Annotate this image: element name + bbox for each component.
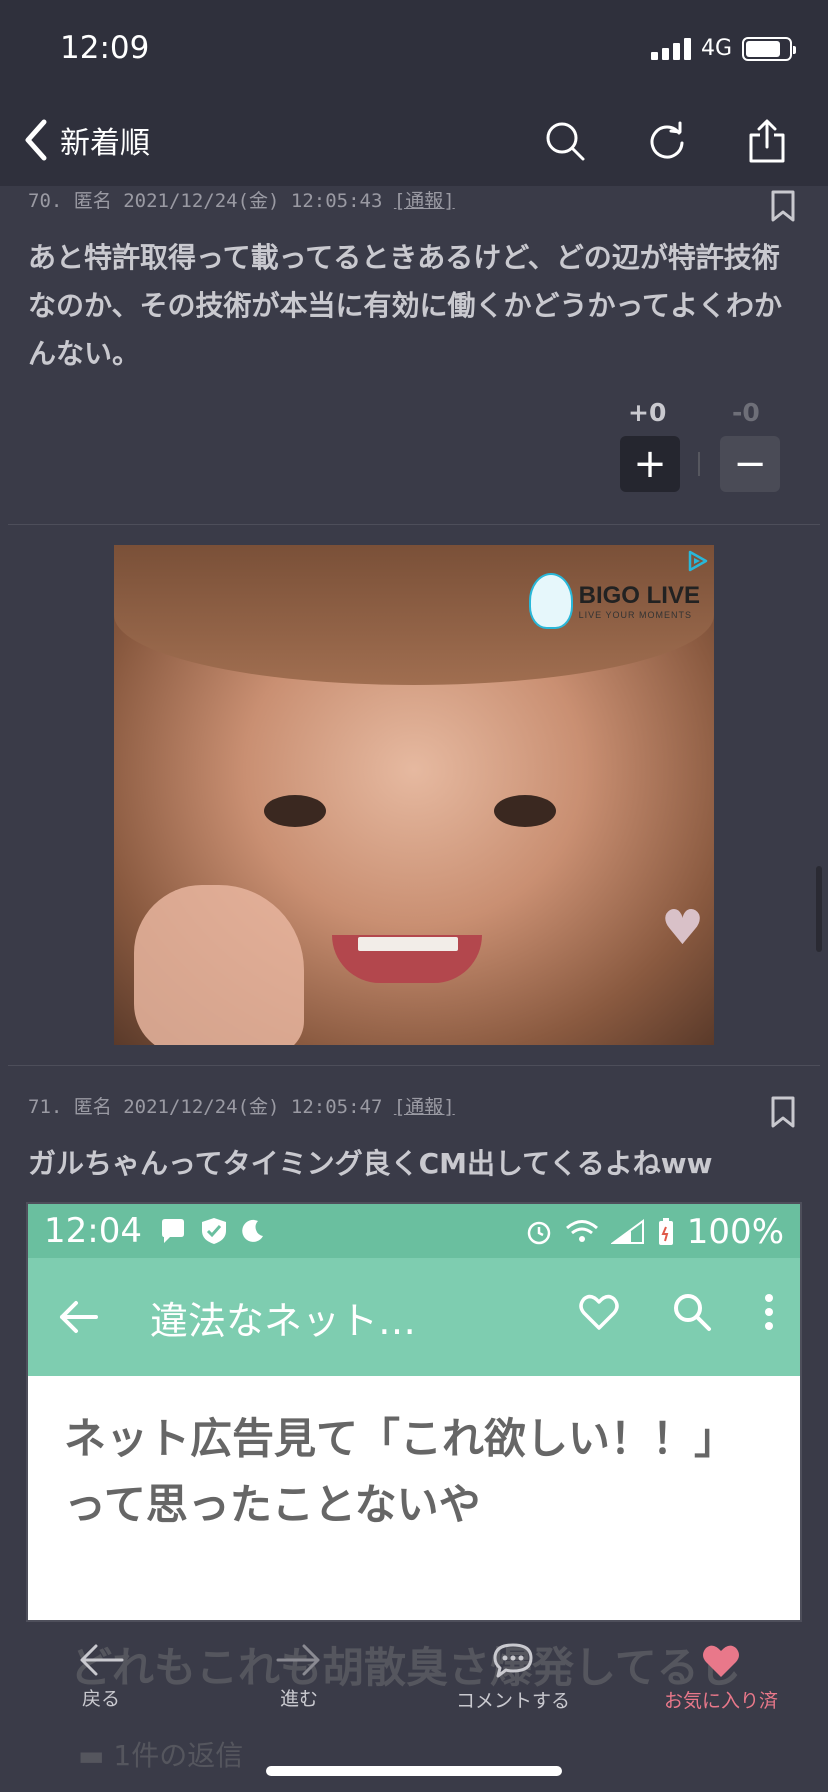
minus-button[interactable]: −	[720, 436, 780, 492]
heart-icon	[703, 1645, 739, 1677]
report-link[interactable]: [通報]	[394, 1096, 455, 1118]
minus-icon: −	[733, 441, 767, 487]
embed-app-bar: 違法なネット…	[28, 1258, 800, 1376]
chevron-left-icon	[25, 119, 47, 161]
battery-charging-icon	[658, 1218, 673, 1245]
embed-content-line: って思ったことないや	[64, 1480, 481, 1529]
shield-icon	[201, 1218, 226, 1244]
favorite-tool-button[interactable]: お気に入り済	[664, 1642, 778, 1713]
bookmark-icon[interactable]	[770, 1096, 796, 1128]
back-tool-label: 戻る	[81, 1688, 120, 1710]
ghost-reply-label: 1件の返信	[113, 1739, 244, 1772]
minus-count: -0	[732, 398, 760, 427]
report-link[interactable]: [通報]	[394, 190, 455, 212]
back-tool-button[interactable]: 戻る	[78, 1642, 124, 1711]
network-type: 4G	[700, 36, 732, 61]
wifi-icon	[565, 1220, 598, 1242]
plus-button[interactable]: +	[620, 436, 680, 492]
bookmark-icon[interactable]	[770, 190, 796, 222]
scroll-indicator[interactable]	[816, 866, 822, 952]
vote-separator	[698, 452, 700, 476]
comment-tool-label: コメントする	[456, 1690, 571, 1712]
heart-icon: ♥	[660, 900, 704, 956]
ghost-reply: ▬ 1件の返信	[78, 1734, 243, 1774]
alarm-icon	[527, 1221, 551, 1245]
status-indicators: 4G	[650, 36, 796, 61]
ad-image-eye	[264, 795, 326, 827]
ad-logo: BIGO LIVE LIVE YOUR MOMENTS	[528, 573, 700, 629]
arrow-right-icon	[276, 1644, 320, 1676]
favorite-tool-label: お気に入り済	[664, 1690, 779, 1712]
ad-banner[interactable]: ♥ BIGO LIVE LIVE YOUR MOMENTS	[114, 545, 714, 1045]
heart-outline-icon	[579, 1294, 619, 1330]
more-vert-icon	[765, 1294, 773, 1330]
reply-icon: ▬	[78, 1739, 105, 1772]
divider	[8, 524, 820, 525]
arrow-left-icon	[60, 1301, 98, 1333]
comment-meta: 71. 匿名 2021/12/24(金) 12:05:47 [通報]	[0, 1092, 828, 1128]
battery-icon	[742, 36, 796, 61]
back-title: 新着順	[60, 126, 150, 161]
comment-tool-button[interactable]: コメントする	[456, 1642, 570, 1713]
comment-meta-text: 70. 匿名 2021/12/24(金) 12:05:43	[28, 190, 394, 212]
share-icon	[749, 119, 785, 163]
ad-choices-icon[interactable]	[686, 549, 710, 573]
plus-icon: +	[633, 441, 667, 487]
vote-area: +0 -0 + −	[0, 378, 828, 518]
search-icon	[674, 1294, 711, 1331]
comment-item: 70. 匿名 2021/12/24(金) 12:05:43 [通報] あと特許取…	[0, 186, 828, 525]
signal-icon	[650, 37, 691, 60]
ad-brand: BIGO LIVE	[578, 582, 700, 609]
comment-meta: 70. 匿名 2021/12/24(金) 12:05:43 [通報]	[0, 186, 828, 222]
divider	[8, 1065, 820, 1066]
share-button[interactable]	[742, 116, 792, 166]
comment-item: 71. 匿名 2021/12/24(金) 12:05:47 [通報] ガルちゃん…	[0, 1092, 828, 1622]
status-bar: 12:09 4G	[0, 0, 828, 100]
ad-tagline: LIVE YOUR MOMENTS	[578, 610, 692, 620]
forward-tool-button[interactable]: 進む	[276, 1642, 322, 1711]
ad-image-eye	[494, 795, 556, 827]
embed-content-line: ネット広告見て「これ欲しい！！」	[64, 1414, 737, 1463]
plus-count: +0	[628, 398, 667, 427]
search-icon	[546, 122, 585, 161]
forward-tool-label: 進む	[279, 1688, 318, 1710]
refresh-button[interactable]	[642, 116, 692, 166]
cell-signal-icon	[610, 1219, 644, 1244]
comment-body: ガルちゃんってタイミング良くCM出してくるよねww	[28, 1147, 713, 1180]
back-button[interactable]: 新着順	[22, 118, 150, 162]
embed-battery: 100%	[686, 1212, 784, 1252]
embed-status-bar: 12:04 100%	[28, 1204, 800, 1258]
comment-list: 70. 匿名 2021/12/24(金) 12:05:43 [通報] あと特許取…	[0, 186, 828, 1622]
ghost-text: どれもこれも胡散臭さ爆発してるし	[70, 1643, 741, 1692]
comment-body: あと特許取得って載ってるときあるけど、どの辺が特許技術なのか、その技術が本当に有…	[28, 241, 783, 370]
comment-image[interactable]: 12:04 100% 違法なネット… ネット広告見て「これ欲しい！！」 って思っ…	[26, 1202, 802, 1622]
status-time: 12:09	[60, 30, 150, 66]
arrow-left-icon	[80, 1644, 124, 1676]
comment-meta-text: 71. 匿名 2021/12/24(金) 12:05:47	[28, 1096, 394, 1118]
ad-image-teeth	[358, 937, 458, 951]
embed-content: ネット広告見て「これ欲しい！！」 って思ったことないや	[28, 1376, 800, 1568]
ad-image-hand	[134, 885, 304, 1045]
nav-bar: 新着順	[0, 100, 828, 186]
embed-time: 12:04	[44, 1211, 142, 1251]
mascot-icon	[528, 573, 573, 629]
search-button[interactable]	[540, 116, 590, 166]
speech-bubble-icon	[493, 1643, 533, 1678]
chat-icon	[161, 1219, 184, 1243]
embed-title: 違法なネット…	[150, 1298, 417, 1343]
refresh-icon	[650, 121, 684, 159]
moon-icon	[242, 1219, 263, 1242]
home-indicator[interactable]	[266, 1766, 562, 1776]
